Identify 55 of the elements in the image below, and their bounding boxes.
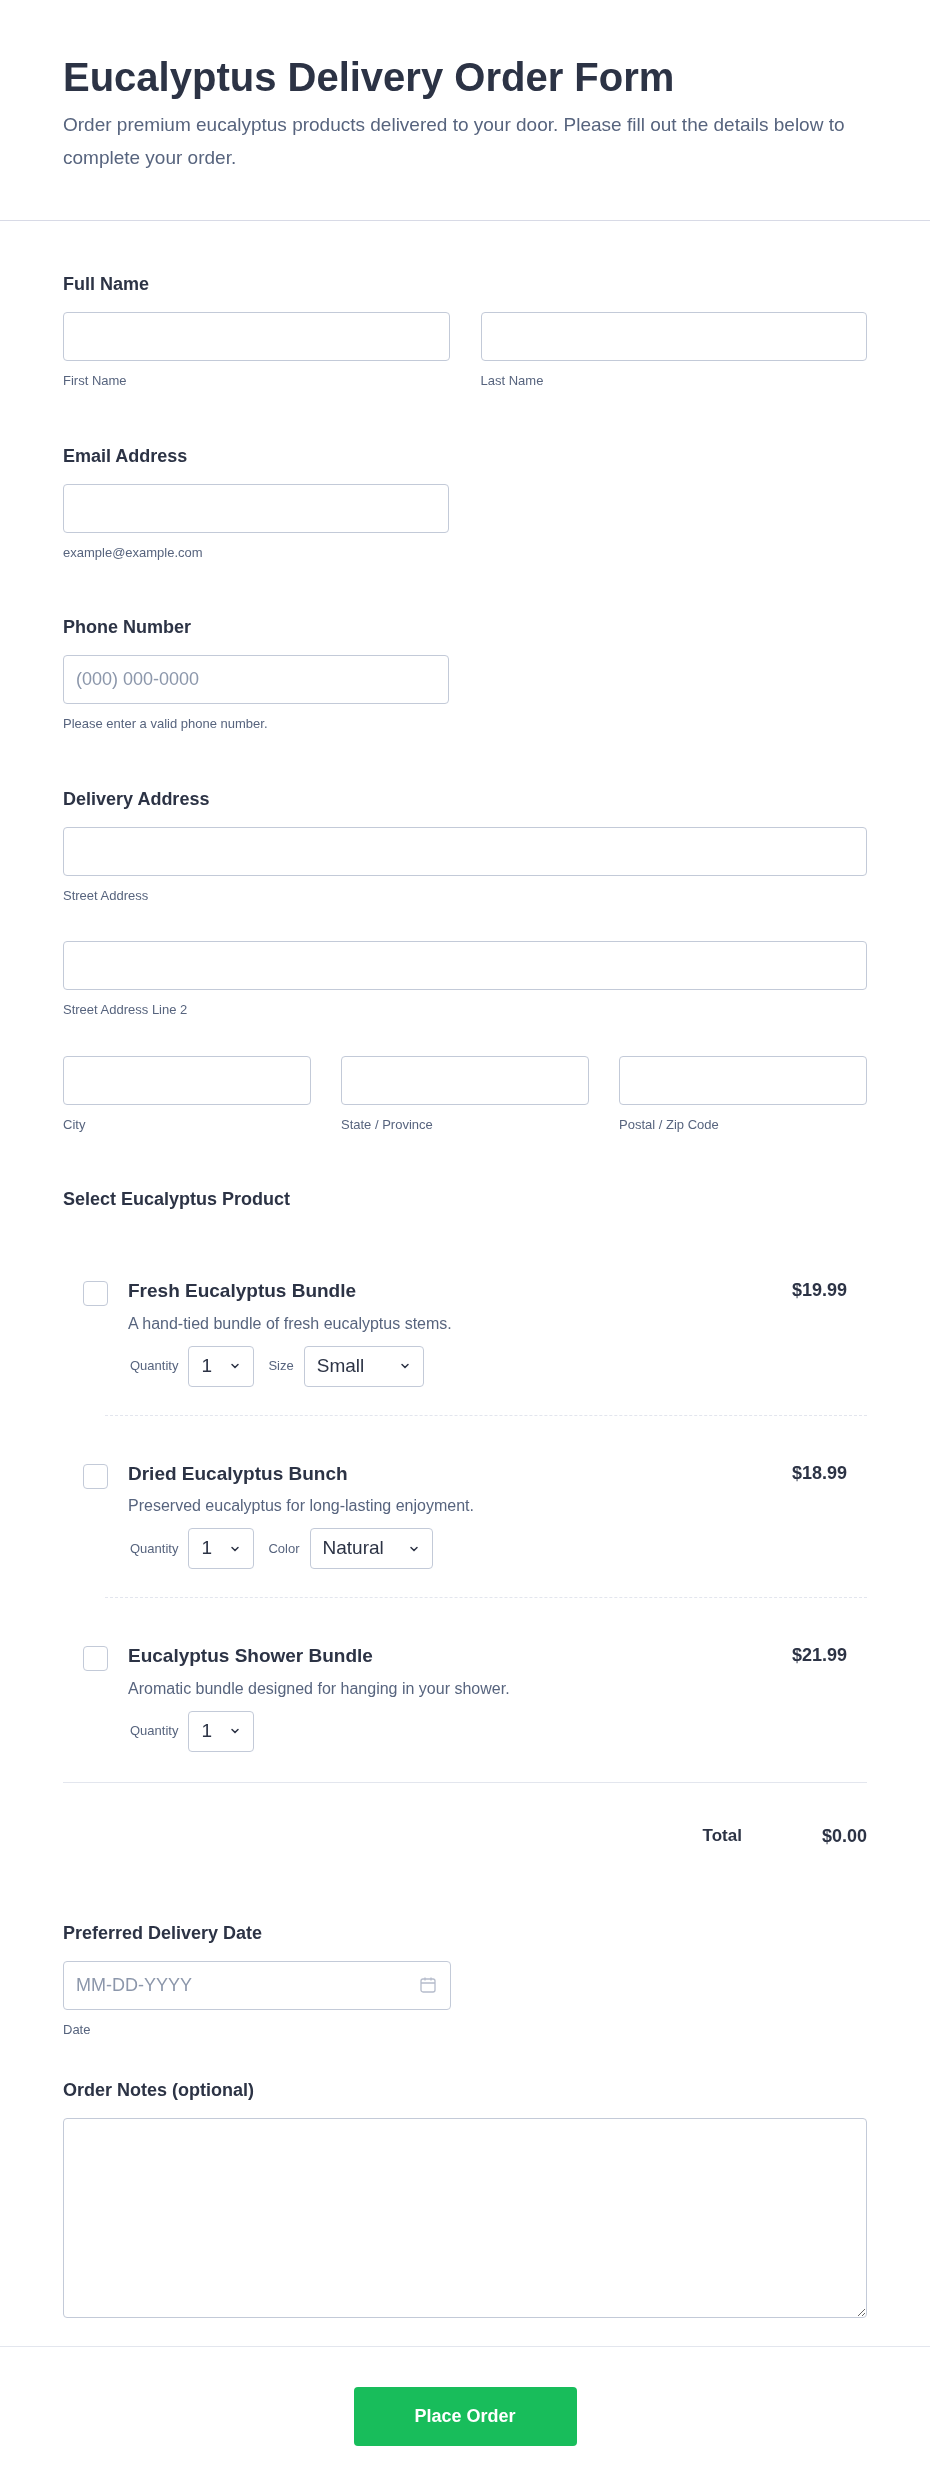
option-label: Quantity bbox=[130, 1539, 179, 1558]
total-value: $0.00 bbox=[821, 1824, 867, 1848]
field-sublabel: Please enter a valid phone number. bbox=[63, 715, 269, 733]
notes-text-area[interactable] bbox=[63, 2118, 867, 2318]
field-sublabel: Street Address Line 2 bbox=[63, 1001, 189, 1019]
option-select[interactable]: 1 bbox=[188, 1345, 255, 1387]
form-description: Order premium eucalyptus products delivered to your door. Please fill out the details below to complete your order. bbox=[63, 113, 846, 170]
text-input-field[interactable] bbox=[63, 1055, 311, 1105]
field-sublabel: Postal / Zip Code bbox=[619, 1115, 720, 1134]
date-input-field[interactable]: MM-DD-YYYY bbox=[63, 1960, 451, 2010]
option-label: Color bbox=[268, 1539, 300, 1558]
product-price: $19.99 bbox=[791, 1279, 847, 1302]
option-select[interactable]: Natural bbox=[309, 1528, 433, 1569]
option-label: Quantity bbox=[130, 1722, 179, 1741]
text-input-field[interactable] bbox=[619, 1055, 867, 1105]
field-sublabel: First Name bbox=[63, 372, 128, 390]
total-label: Total bbox=[702, 1825, 742, 1848]
field-sublabel: Date bbox=[63, 2020, 92, 2039]
field-label: Select Eucalyptus Product bbox=[63, 1188, 292, 1211]
field-sublabel: City bbox=[63, 1115, 87, 1134]
text-input-field[interactable] bbox=[63, 826, 867, 876]
option-label: Size bbox=[268, 1357, 294, 1376]
text-input-field[interactable] bbox=[63, 941, 867, 990]
field-label: Preferred Delivery Date bbox=[63, 1921, 264, 1945]
product-name: Eucalyptus Shower Bundle bbox=[128, 1644, 374, 1668]
calendar-icon bbox=[419, 1975, 437, 1994]
field-sublabel: Street Address bbox=[63, 886, 150, 905]
field-label: Order Notes (optional) bbox=[63, 2079, 255, 2102]
product-checkbox[interactable] bbox=[83, 1281, 108, 1306]
field-label: Delivery Address bbox=[63, 787, 211, 811]
option-label: Quantity bbox=[130, 1357, 179, 1376]
product-name: Dried Eucalyptus Bunch bbox=[128, 1461, 349, 1486]
option-select[interactable]: Small bbox=[303, 1345, 424, 1387]
text-input-field[interactable] bbox=[63, 312, 450, 361]
field-sublabel: State / Province bbox=[341, 1115, 434, 1134]
product-name: Fresh Eucalyptus Bundle bbox=[128, 1279, 358, 1303]
product-description: Aromatic bundle designed for hanging in your shower. bbox=[128, 1678, 511, 1699]
field-label: Full Name bbox=[63, 273, 151, 296]
option-select[interactable]: 1 bbox=[188, 1710, 255, 1752]
product-description: A hand-tied bundle of fresh eucalyptus stems. bbox=[128, 1313, 453, 1334]
field-sublabel: Last Name bbox=[480, 372, 545, 390]
field-label: Phone Number bbox=[63, 616, 192, 639]
text-input-field[interactable] bbox=[341, 1055, 589, 1105]
product-price: $18.99 bbox=[791, 1461, 847, 1485]
product-checkbox[interactable] bbox=[83, 1646, 108, 1671]
product-price: $21.99 bbox=[791, 1644, 847, 1667]
product-description: Preserved eucalyptus for long-lasting enjoyment. bbox=[128, 1496, 475, 1516]
text-input-field[interactable]: (000) 000-0000 bbox=[63, 655, 449, 704]
field-label: Email Address bbox=[63, 444, 189, 468]
text-input-field[interactable] bbox=[480, 312, 867, 361]
form-title: Eucalyptus Delivery Order Form bbox=[63, 54, 676, 101]
option-select[interactable]: 1 bbox=[188, 1528, 255, 1569]
field-sublabel: example@example.com bbox=[63, 543, 204, 562]
product-checkbox[interactable] bbox=[83, 1463, 108, 1489]
text-input-field[interactable] bbox=[63, 483, 449, 533]
